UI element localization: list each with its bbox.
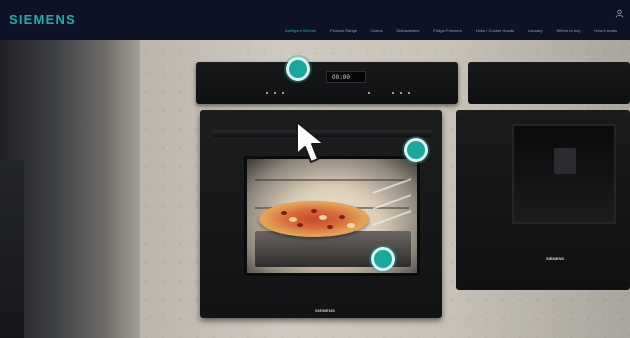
control-dot [400,92,402,94]
pizza-cheese [347,223,355,228]
pizza [259,201,369,237]
nav-item-intelligent-kitchen[interactable]: Intelligent Kitchen [278,27,324,35]
top-navigation-bar: SIEMENS Intelligent Kitchen Product Rang… [0,0,630,40]
user-icon[interactable] [615,9,624,18]
mouse-cursor-icon [296,121,325,163]
hotspot-control-panel[interactable] [286,57,310,81]
nav-item-where-to-buy[interactable]: Where to buy [550,27,588,35]
oven-display: 00:00 [326,71,366,83]
rail-line [373,210,411,226]
control-dot [392,92,394,94]
nav-item-product-range[interactable]: Product Range [323,27,364,35]
control-dot [266,92,268,94]
pizza-cheese [289,217,297,222]
pizza-topping [297,223,303,227]
nav-item-hobs[interactable]: Hobs / Cooker Hoods [469,27,521,35]
control-dot [368,92,370,94]
control-dot [408,92,410,94]
pizza-topping [311,209,317,213]
oven-control-panel[interactable]: 00:00 [196,62,458,104]
coffee-machine-nameplate: SIEMENS [546,256,565,261]
control-dot [282,92,284,94]
hotspot-oven-door[interactable] [371,247,395,271]
nav-item-laundry[interactable]: Laundry [521,27,549,35]
pizza-topping [327,225,333,229]
nav-item-how-it-works[interactable]: How it works [587,27,624,35]
kitchen-scene[interactable]: 00:00 SIEMENS SIEMENS [0,40,630,338]
right-appliance-top-panel[interactable] [468,62,630,104]
coffee-machine[interactable]: SIEMENS [456,110,630,290]
left-cabinet-edge [0,160,24,338]
pizza-cheese [319,215,327,220]
main-nav: Intelligent Kitchen Product Range Ovens … [278,27,624,35]
coffee-spout [554,148,576,174]
nav-item-fridge-freezers[interactable]: Fridge-Freezers [426,27,468,35]
pizza-topping [281,211,287,215]
nav-item-ovens[interactable]: Ovens [364,27,390,35]
oven-display-value: 00:00 [332,74,351,81]
control-dot [274,92,276,94]
pizza-topping [339,215,345,219]
rail-line [373,178,411,194]
rail-line [373,194,411,210]
coffee-recess [512,124,616,224]
hotspot-oven-interior[interactable] [404,138,428,162]
siemens-logo[interactable]: SIEMENS [9,12,76,27]
nav-item-dishwashers[interactable]: Dishwashers [389,27,426,35]
oven-nameplate: SIEMENS [315,308,336,313]
